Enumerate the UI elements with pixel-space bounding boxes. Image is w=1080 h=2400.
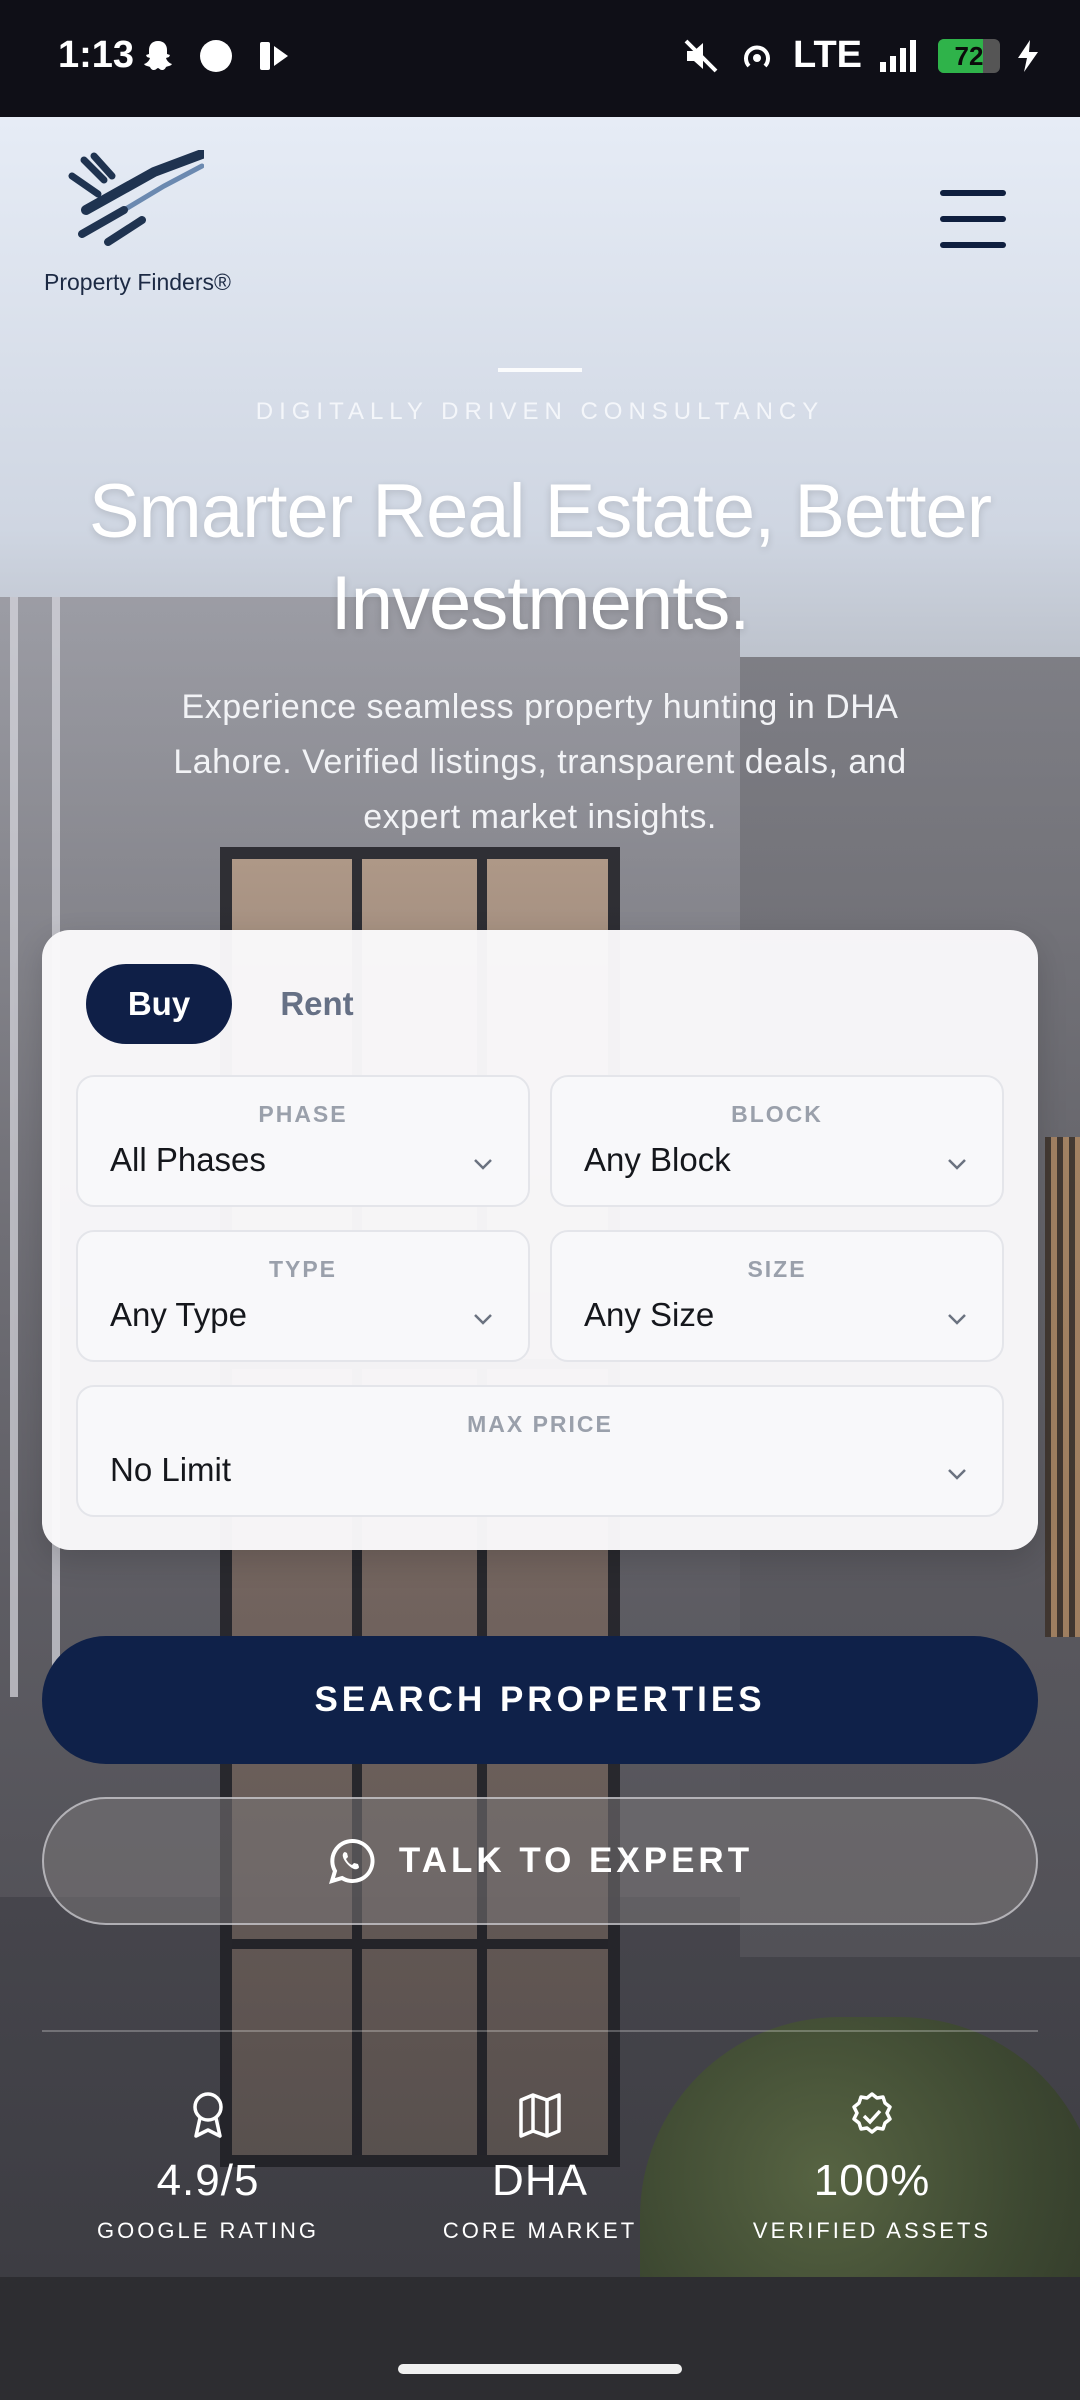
hero-headline: Smarter Real Estate, Better Investments.	[40, 466, 1040, 650]
charging-icon	[1018, 39, 1038, 72]
logo-mark-icon	[68, 149, 207, 246]
headline-line-1: Smarter Real Estate, Better	[88, 469, 992, 554]
stat-value: 100%	[813, 2156, 931, 2205]
max-price-label: MAX PRICE	[467, 1411, 613, 1437]
signal-icon	[880, 39, 916, 72]
search-card: Buy Rent PHASE All Phases BLOCK Any Bloc…	[42, 930, 1038, 1550]
chevron-down-icon	[474, 1159, 492, 1170]
verified-badge-icon	[852, 2092, 892, 2134]
stat-caption: CORE MARKET	[442, 2218, 638, 2243]
hotspot-icon	[744, 45, 771, 67]
search-properties-button[interactable]: SEARCH PROPERTIES	[42, 1636, 1038, 1764]
ground	[0, 2277, 1080, 2400]
talk-to-expert-button[interactable]: TALK TO EXPERT	[42, 1797, 1038, 1925]
stream-icon	[260, 42, 288, 70]
chevron-down-icon	[474, 1314, 492, 1325]
stat-core-market: DHA CORE MARKET	[390, 2090, 690, 2244]
phase-select[interactable]: PHASE All Phases	[76, 1075, 530, 1207]
block-select[interactable]: BLOCK Any Block	[550, 1075, 1004, 1207]
tab-buy[interactable]: Buy	[86, 964, 232, 1044]
whatsapp-icon	[328, 1838, 375, 1884]
max-price-select[interactable]: MAX PRICE No Limit	[76, 1385, 1004, 1517]
home-indicator[interactable]	[398, 2364, 682, 2374]
headline-line-2: Investments.	[330, 561, 751, 646]
hero-eyebrow: DIGITALLY DRIVEN CONSULTANCY	[255, 398, 825, 425]
talk-to-expert-label: TALK TO EXPERT	[398, 1841, 754, 1880]
snapchat-icon	[144, 41, 172, 70]
stats-divider	[42, 2030, 1038, 2032]
phase-value: All Phases	[110, 1141, 266, 1178]
type-label: TYPE	[268, 1256, 338, 1282]
phase-label: PHASE	[258, 1101, 348, 1127]
size-value: Any Size	[584, 1296, 715, 1333]
building-railing	[1045, 1137, 1080, 1637]
logo-text: Property Finders®	[44, 269, 231, 295]
award-icon	[193, 2092, 223, 2138]
circle-icon	[200, 40, 232, 72]
stat-value: DHA	[492, 2156, 588, 2205]
building-accent-line	[10, 597, 18, 1697]
system-icons: LTE 72	[681, 34, 1040, 77]
tab-rent[interactable]: Rent	[262, 964, 372, 1044]
mute-icon	[684, 39, 718, 72]
chevron-down-icon	[948, 1159, 966, 1170]
chevron-down-icon	[948, 1469, 966, 1480]
block-value: Any Block	[584, 1141, 731, 1178]
map-icon	[519, 2093, 561, 2138]
battery-icon: 72	[938, 38, 1000, 73]
type-value: Any Type	[110, 1296, 247, 1333]
stat-google-rating: 4.9/5 GOOGLE RATING	[58, 2090, 358, 2244]
stat-verified-assets: 100% VERIFIED ASSETS	[722, 2090, 1022, 2244]
max-price-value: No Limit	[110, 1451, 232, 1488]
status-bar: 1:13 LTE 72	[0, 0, 1080, 117]
chevron-down-icon	[948, 1314, 966, 1325]
stat-caption: VERIFIED ASSETS	[752, 2218, 992, 2243]
stat-caption: GOOGLE RATING	[97, 2218, 319, 2243]
block-label: BLOCK	[731, 1101, 823, 1127]
status-time: 1:13	[58, 34, 135, 76]
stat-value: 4.9/5	[156, 2156, 260, 2205]
size-select[interactable]: SIZE Any Size	[550, 1230, 1004, 1362]
notification-icons	[140, 38, 292, 74]
size-label: SIZE	[747, 1256, 807, 1282]
network-type: LTE	[793, 34, 862, 76]
site-logo[interactable]: Property Finders®	[44, 149, 244, 296]
hero-subtext: Experience seamless property hunting in …	[173, 688, 907, 836]
type-select[interactable]: TYPE Any Type	[76, 1230, 530, 1362]
hero-divider	[498, 368, 582, 372]
battery-level: 72	[954, 40, 984, 71]
hamburger-menu-icon[interactable]	[940, 190, 1006, 250]
